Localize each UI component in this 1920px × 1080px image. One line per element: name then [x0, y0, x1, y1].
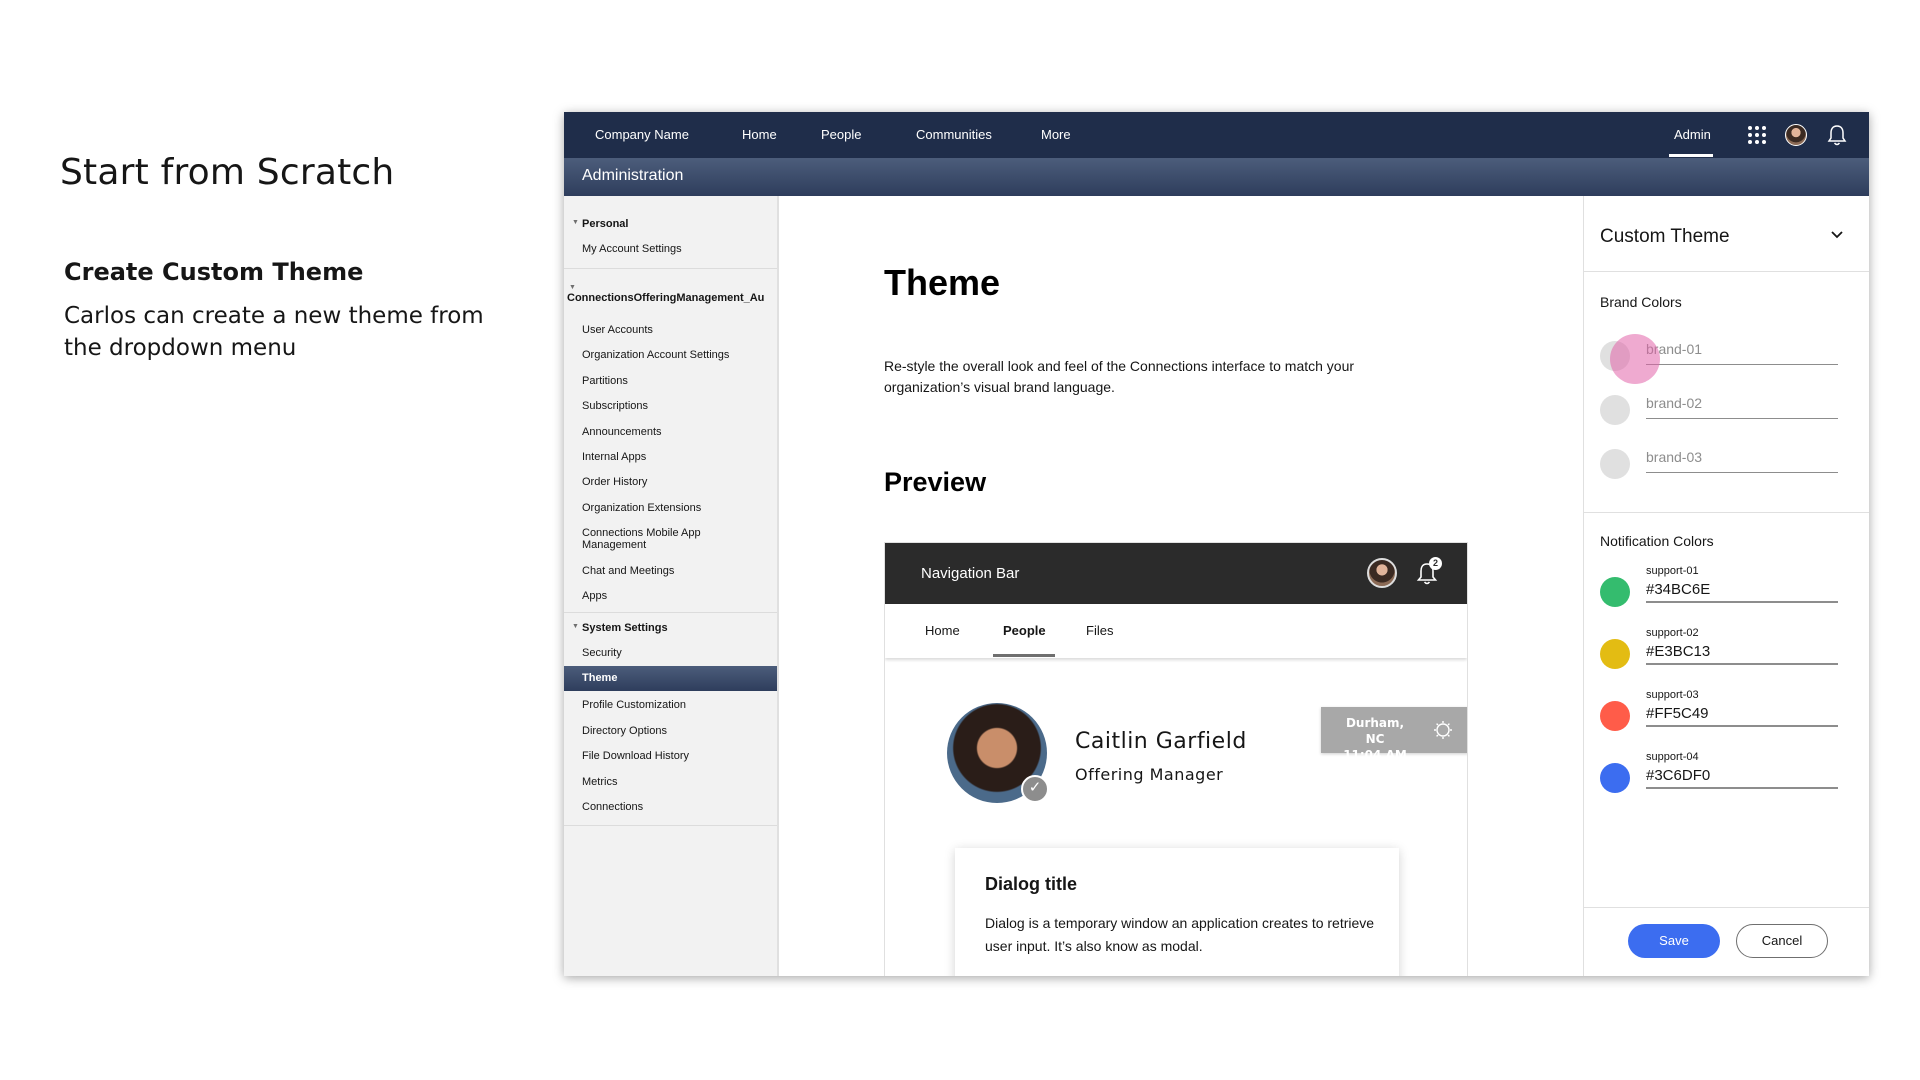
support-03-swatch[interactable]	[1600, 701, 1630, 731]
preview-heading: Preview	[884, 467, 987, 497]
sidebar-item-announcements[interactable]: Announcements	[582, 426, 662, 438]
panel-footer: Save Cancel	[1584, 907, 1869, 976]
support-04-swatch[interactable]	[1600, 763, 1630, 793]
custom-theme-panel: Custom Theme Brand Colors brand-01 brand…	[1583, 196, 1869, 976]
sidebar-header-offering[interactable]: ▼ ConnectionsOfferingManagement_Au	[567, 284, 764, 304]
location-card: Durham, NC 11:04 AM	[1321, 707, 1467, 762]
administration-title: Administration	[582, 167, 684, 184]
brand-02-swatch[interactable]	[1600, 395, 1630, 425]
preview-navigation-bar: Navigation Bar 2	[885, 543, 1467, 604]
sidebar-item-metrics[interactable]: Metrics	[582, 776, 617, 788]
check-icon: ✓	[1021, 775, 1049, 803]
sidebar-divider	[564, 825, 777, 826]
theme-preview: Navigation Bar 2 Home People Files ✓ Cai…	[884, 542, 1468, 976]
support-04-input[interactable]: #3C6DF0	[1646, 765, 1838, 789]
support-01-label: support-01	[1646, 565, 1699, 577]
sidebar-item-connections[interactable]: Connections	[582, 801, 643, 813]
admin-sidebar: ▼ Personal My Account Settings ▼ Connectio…	[564, 196, 779, 976]
support-03-input[interactable]: #FF5C49	[1646, 703, 1838, 727]
sidebar-item-my-account-settings[interactable]: My Account Settings	[582, 243, 682, 255]
sidebar-item-mobile-app-management[interactable]: Connections Mobile App Management	[582, 527, 722, 551]
sidebar-item-order-history[interactable]: Order History	[582, 476, 647, 488]
preview-tab-indicator	[993, 654, 1055, 657]
sidebar-header-system-settings[interactable]: ▼ System Settings	[572, 622, 668, 634]
sidebar-divider	[564, 612, 777, 613]
app-window: Company Name Home People Communities Mor…	[564, 112, 1869, 976]
nav-people[interactable]: People	[821, 112, 861, 158]
nav-admin[interactable]: Admin	[1674, 112, 1711, 158]
brand-colors-title: Brand Colors	[1600, 294, 1682, 310]
notification-colors-title: Notification Colors	[1600, 533, 1714, 549]
sidebar-header-personal[interactable]: ▼ Personal	[572, 218, 628, 230]
page-description: Re-style the overall look and feel of th…	[884, 358, 1355, 395]
person-role: Offering Manager	[1075, 765, 1224, 784]
nav-company-name[interactable]: Company Name	[595, 112, 689, 158]
preview-tab-people: People	[1003, 623, 1046, 638]
administration-bar: Administration	[564, 158, 1869, 196]
slide-subtitle: Create Custom Theme	[64, 258, 364, 286]
notification-badge: 2	[1429, 557, 1442, 570]
nav-more[interactable]: More	[1041, 112, 1071, 158]
sidebar-item-user-accounts[interactable]: User Accounts	[582, 324, 653, 336]
preview-tab-home: Home	[925, 623, 960, 638]
admin-active-indicator	[1669, 154, 1713, 157]
sidebar-item-internal-apps[interactable]: Internal Apps	[582, 451, 646, 463]
sidebar-item-organization-extensions[interactable]: Organization Extensions	[582, 502, 701, 514]
support-01-input[interactable]: #34BC6E	[1646, 579, 1838, 603]
sidebar-divider	[564, 268, 777, 269]
brand-01-input[interactable]: brand-01	[1646, 335, 1838, 365]
panel-divider	[1584, 512, 1869, 513]
slide-description: Carlos can create a new theme from the d…	[64, 303, 484, 361]
sidebar-item-chat-and-meetings[interactable]: Chat and Meetings	[582, 565, 674, 577]
sidebar-item-file-download-history[interactable]: File Download History	[582, 750, 689, 762]
support-02-input[interactable]: #E3BC13	[1646, 641, 1838, 665]
bell-icon[interactable]	[1826, 123, 1848, 147]
preview-navbar-label: Navigation Bar	[921, 565, 1020, 582]
nav-communities[interactable]: Communities	[916, 112, 992, 158]
save-button[interactable]: Save	[1628, 924, 1720, 958]
top-navigation: Company Name Home People Communities Mor…	[564, 112, 1869, 158]
sidebar-item-directory-options[interactable]: Directory Options	[582, 725, 667, 737]
preview-avatar	[1367, 558, 1397, 588]
theme-dropdown[interactable]: Custom Theme	[1584, 196, 1869, 272]
sidebar-item-partitions[interactable]: Partitions	[582, 375, 628, 387]
support-03-label: support-03	[1646, 689, 1699, 701]
sidebar-item-profile-customization[interactable]: Profile Customization	[582, 699, 686, 711]
cancel-button[interactable]: Cancel	[1736, 924, 1828, 958]
dialog-text: Dialog is a temporary window an applicat…	[985, 915, 1375, 954]
preview-tabs: Home People Files	[885, 604, 1467, 658]
support-02-swatch[interactable]	[1600, 639, 1630, 669]
support-02-label: support-02	[1646, 627, 1699, 639]
app-switcher-icon[interactable]	[1748, 126, 1766, 144]
dialog-title: Dialog title	[985, 874, 1078, 894]
location-text: Durham, NC 11:04 AM	[1343, 716, 1407, 762]
theme-dropdown-label: Custom Theme	[1600, 226, 1730, 247]
sidebar-item-apps[interactable]: Apps	[582, 590, 607, 602]
person-name: Caitlin Garfield	[1075, 729, 1247, 754]
page-title: Theme	[884, 262, 1001, 303]
sidebar-item-security[interactable]: Security	[582, 647, 622, 659]
brand-03-swatch[interactable]	[1600, 449, 1630, 479]
nav-home[interactable]: Home	[742, 112, 777, 158]
preview-dialog: Dialog title Dialog is a temporary windo…	[955, 848, 1399, 976]
sidebar-item-subscriptions[interactable]: Subscriptions	[582, 400, 648, 412]
brand-02-input[interactable]: brand-02	[1646, 389, 1838, 419]
support-04-label: support-04	[1646, 751, 1699, 763]
sun-icon	[1434, 721, 1452, 739]
sidebar-item-theme[interactable]: Theme	[564, 666, 777, 691]
chevron-down-icon[interactable]	[1830, 230, 1844, 240]
avatar[interactable]	[1785, 124, 1807, 146]
brand-03-input[interactable]: brand-03	[1646, 443, 1838, 473]
sidebar-item-organization-account-settings[interactable]: Organization Account Settings	[582, 349, 729, 361]
cursor-indicator	[1610, 334, 1660, 384]
preview-tab-files: Files	[1086, 623, 1114, 638]
slide-title: Start from Scratch	[60, 152, 395, 193]
support-01-swatch[interactable]	[1600, 577, 1630, 607]
